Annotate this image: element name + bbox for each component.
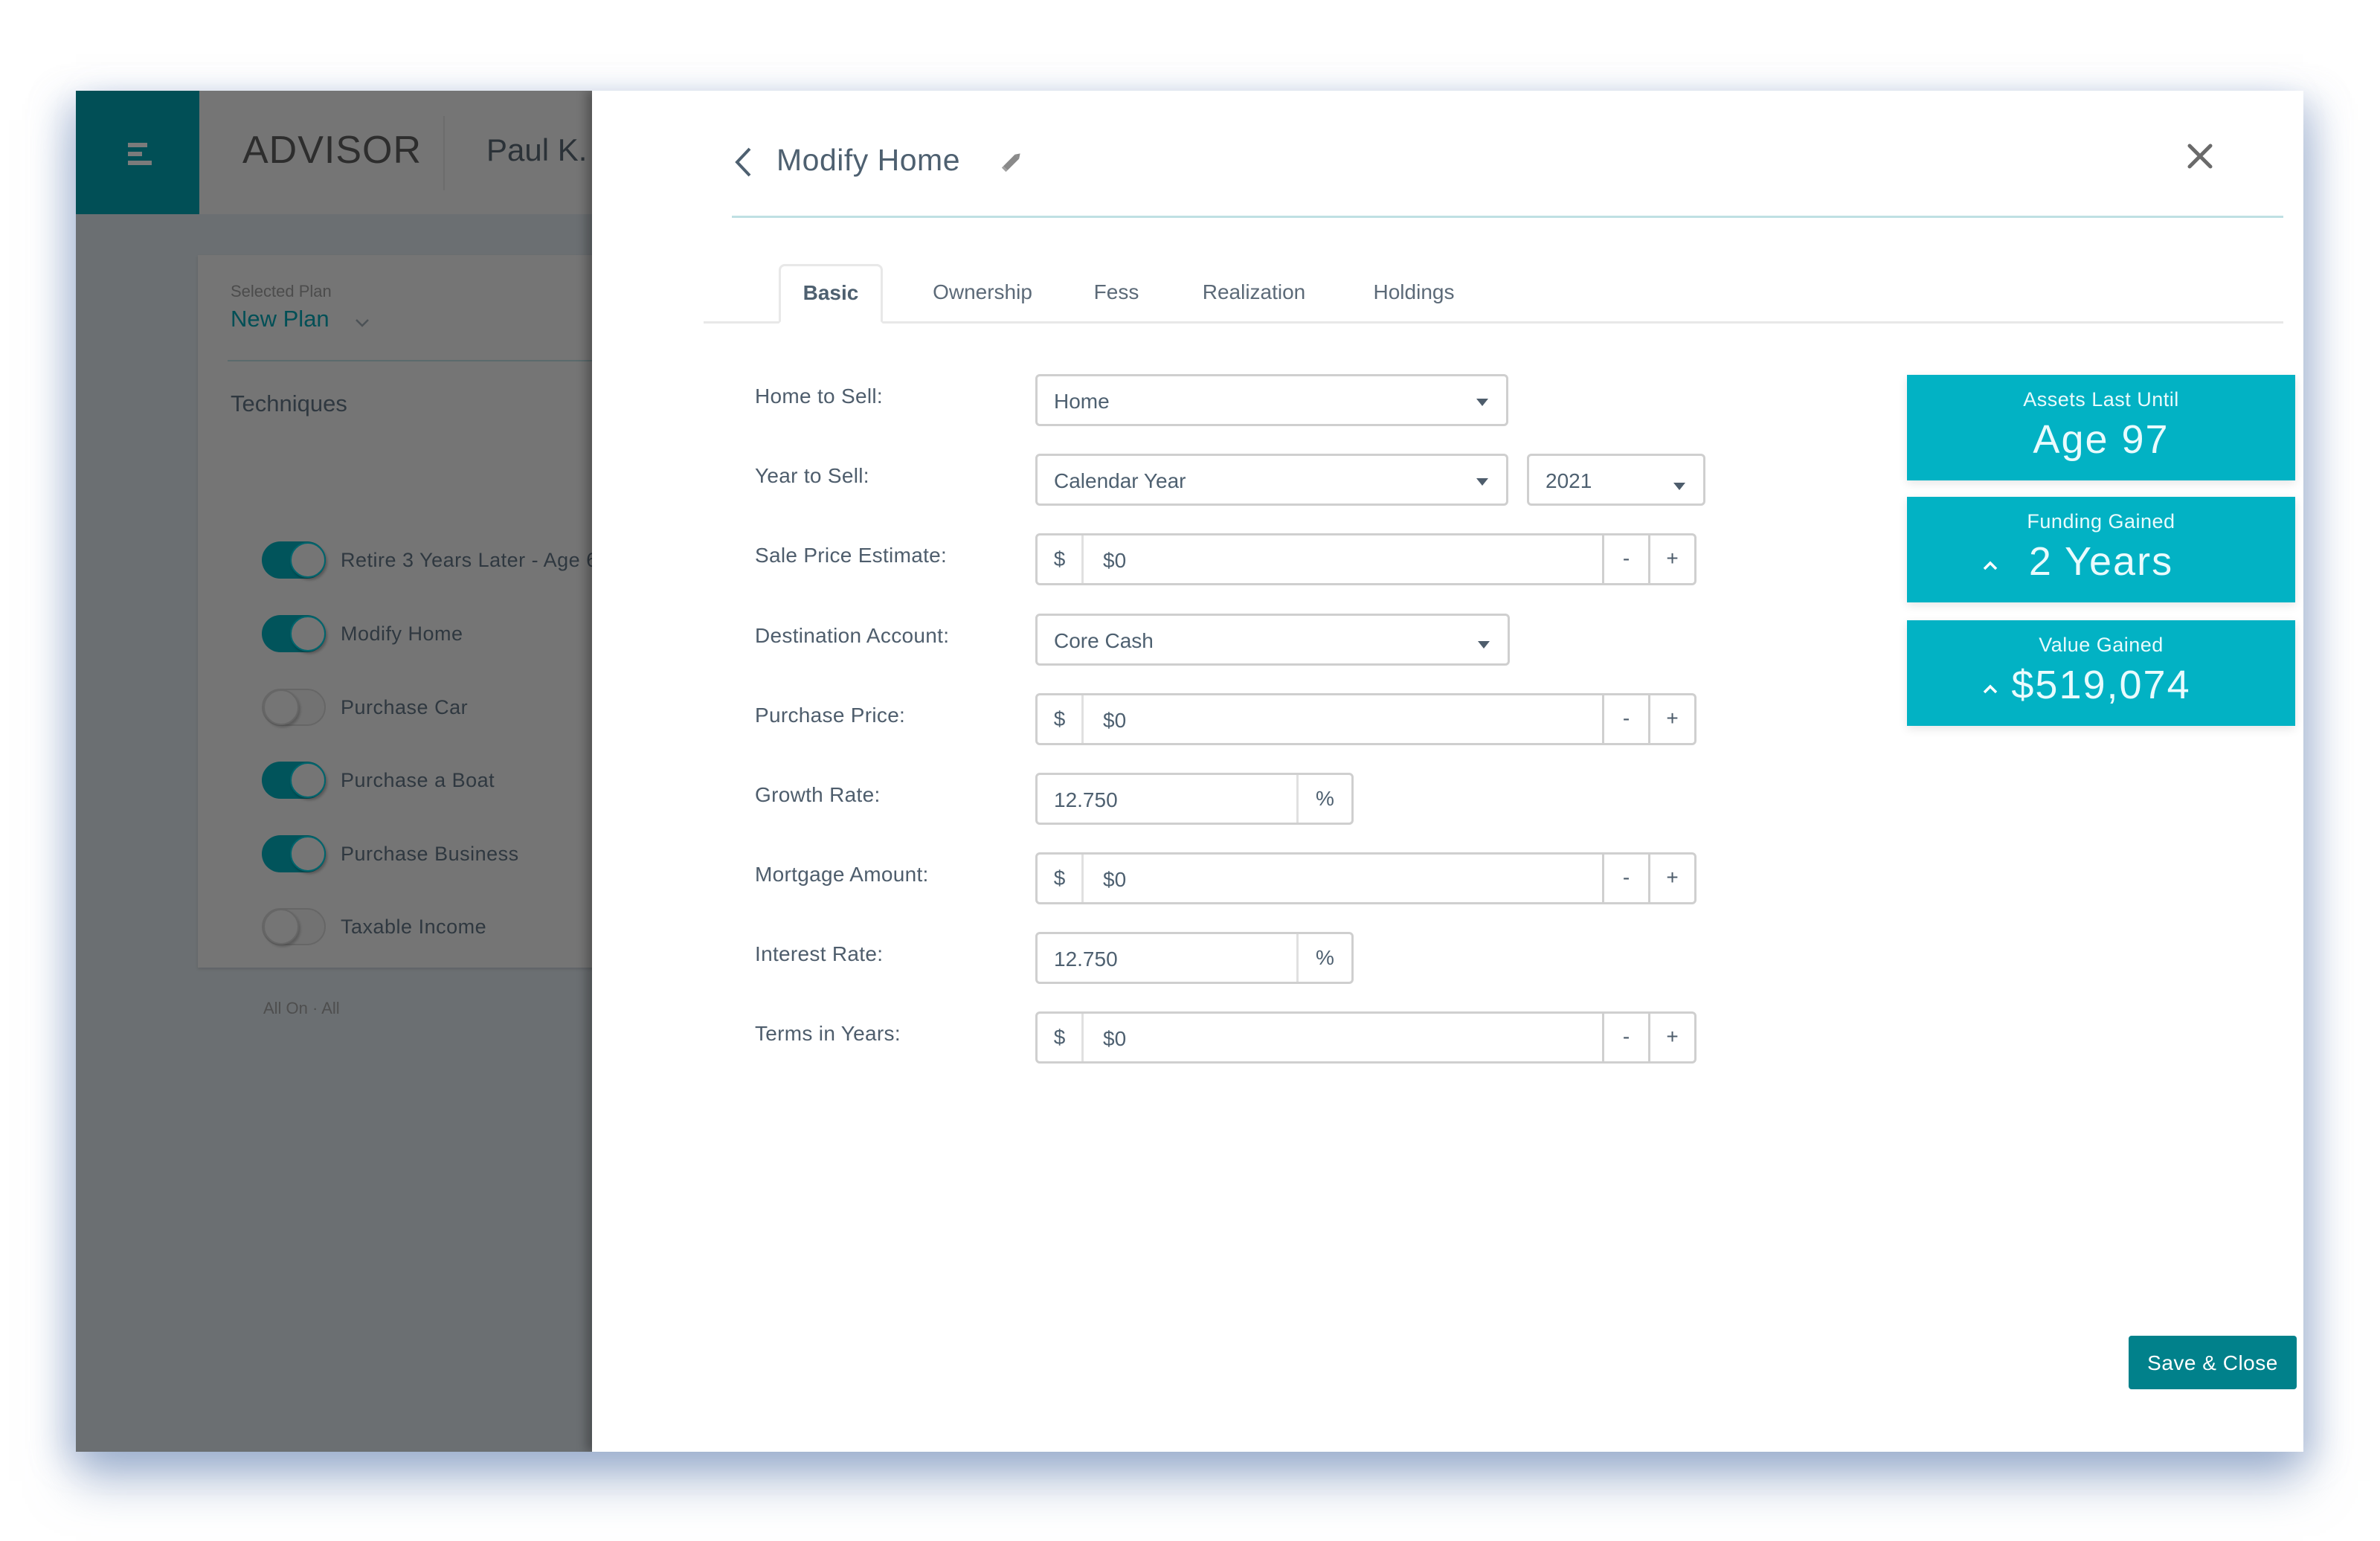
technique-label: Modify Home [341,622,463,645]
currency-prefix: $ [1038,535,1084,583]
year-select[interactable]: 2021 [1527,454,1705,506]
tab-fess[interactable]: Fess [1083,264,1150,321]
purchase-price-value: $0 [1103,709,1127,732]
decrement-button[interactable]: - [1602,1011,1650,1064]
home-to-sell-label: Home to Sell: [755,385,883,408]
toggle-knob [290,616,326,652]
mortgage-amount-input[interactable]: $ $0 [1035,852,1604,904]
percent-suffix: % [1296,934,1351,982]
hamburger-icon [128,143,153,165]
increment-button[interactable]: + [1648,852,1696,904]
terms-in-years-value: $0 [1103,1027,1127,1050]
save-and-close-button[interactable]: Save & Close [2129,1336,2297,1389]
growth-rate-label: Growth Rate: [755,783,881,806]
menu-button[interactable] [76,91,199,214]
year-to-sell-label: Year to Sell: [755,464,869,487]
increment-button[interactable]: + [1648,1011,1696,1064]
year-type-value: Calendar Year [1054,469,1186,492]
close-icon[interactable] [2187,143,2213,170]
all-on-link[interactable]: All On · All [263,999,340,1018]
sale-price-estimate-value: $0 [1103,549,1127,572]
year-type-select[interactable]: Calendar Year [1035,454,1508,506]
caret-down-icon [1673,483,1685,490]
header-divider [443,116,445,190]
back-chevron-icon[interactable] [733,146,753,178]
user-name[interactable]: Paul K. [486,132,587,168]
technique-toggle[interactable] [262,835,326,872]
toggle-knob [290,762,326,798]
stat-card-value-gained: Value Gained $519,074 [1907,620,2295,726]
app-window: ADVISOR Paul K. Selected Plan New Plan T… [76,91,2303,1452]
destination-account-select[interactable]: Core Cash [1035,614,1510,666]
purchase-price-input[interactable]: $ $0 [1035,693,1604,745]
home-to-sell-select[interactable]: Home [1035,374,1508,426]
technique-label: Purchase a Boat [341,769,495,791]
toggle-knob [290,836,326,872]
techniques-title: Techniques [231,390,347,416]
technique-toggle[interactable] [262,541,326,579]
caret-down-icon [1476,399,1488,406]
stat-label: Value Gained [2039,634,2164,656]
plan-selector[interactable]: New Plan [231,306,329,332]
technique-toggle[interactable] [262,689,326,726]
technique-label: Purchase Business [341,843,519,865]
destination-account-label: Destination Account: [755,624,950,647]
stat-value: $519,074 [2011,663,2191,707]
percent-suffix: % [1296,775,1351,823]
pencil-icon[interactable] [1000,149,1025,174]
modal-title: Modify Home [776,143,961,177]
technique-toggle[interactable] [262,615,326,652]
stat-card-assets-last-until: Assets Last Until Age 97 [1907,375,2295,480]
caret-down-icon [1476,478,1488,486]
terms-in-years-input[interactable]: $ $0 [1035,1011,1604,1064]
tab-realization[interactable]: Realization [1187,264,1321,321]
mortgage-amount-label: Mortgage Amount: [755,863,929,886]
stat-value: Age 97 [2033,417,2170,462]
stat-label: Funding Gained [2027,510,2175,533]
tab-holdings[interactable]: Holdings [1358,264,1470,321]
brand-logo: ADVISOR [242,129,422,172]
decrement-button[interactable]: - [1602,852,1650,904]
year-value: 2021 [1546,469,1592,492]
modify-home-modal: Modify Home Basic Ownership Fess Realiza… [592,91,2303,1452]
currency-prefix: $ [1038,855,1084,902]
growth-rate-value: 12.750 [1054,788,1118,811]
currency-prefix: $ [1038,1014,1084,1061]
caret-down-icon [1478,641,1490,649]
purchase-price-label: Purchase Price: [755,704,906,727]
tab-ownership[interactable]: Ownership [919,264,1046,321]
chevron-down-icon[interactable] [354,315,370,331]
interest-rate-input[interactable]: 12.750 % [1035,932,1354,984]
technique-label: Purchase Car [341,696,469,718]
increment-button[interactable]: + [1648,533,1696,585]
growth-rate-input[interactable]: 12.750 % [1035,773,1354,825]
tab-basic[interactable]: Basic [779,264,883,324]
selected-plan-label: Selected Plan [231,282,332,300]
increment-button[interactable]: + [1648,693,1696,745]
toggle-knob [290,542,326,578]
terms-in-years-label: Terms in Years: [755,1022,901,1045]
sale-price-estimate-label: Sale Price Estimate: [755,544,948,567]
tab-bar: Basic Ownership Fess Realization Holding… [704,264,2283,324]
technique-label: Retire 3 Years Later - Age 6 [341,549,598,571]
stat-value: 2 Years [2028,539,2174,584]
title-divider [732,216,2283,218]
toggle-knob [263,689,299,725]
currency-prefix: $ [1038,695,1084,743]
stat-card-funding-gained: Funding Gained 2 Years [1907,497,2295,602]
technique-toggle[interactable] [262,908,326,945]
interest-rate-label: Interest Rate: [755,942,884,965]
sale-price-estimate-input[interactable]: $ $0 [1035,533,1604,585]
interest-rate-value: 12.750 [1054,948,1118,971]
stat-label: Assets Last Until [2023,388,2179,411]
mortgage-amount-value: $0 [1103,868,1127,891]
toggle-knob [263,909,299,945]
technique-toggle[interactable] [262,762,326,799]
home-to-sell-value: Home [1054,390,1110,413]
destination-account-value: Core Cash [1054,629,1154,652]
decrement-button[interactable]: - [1602,533,1650,585]
technique-label: Taxable Income [341,916,487,938]
decrement-button[interactable]: - [1602,693,1650,745]
